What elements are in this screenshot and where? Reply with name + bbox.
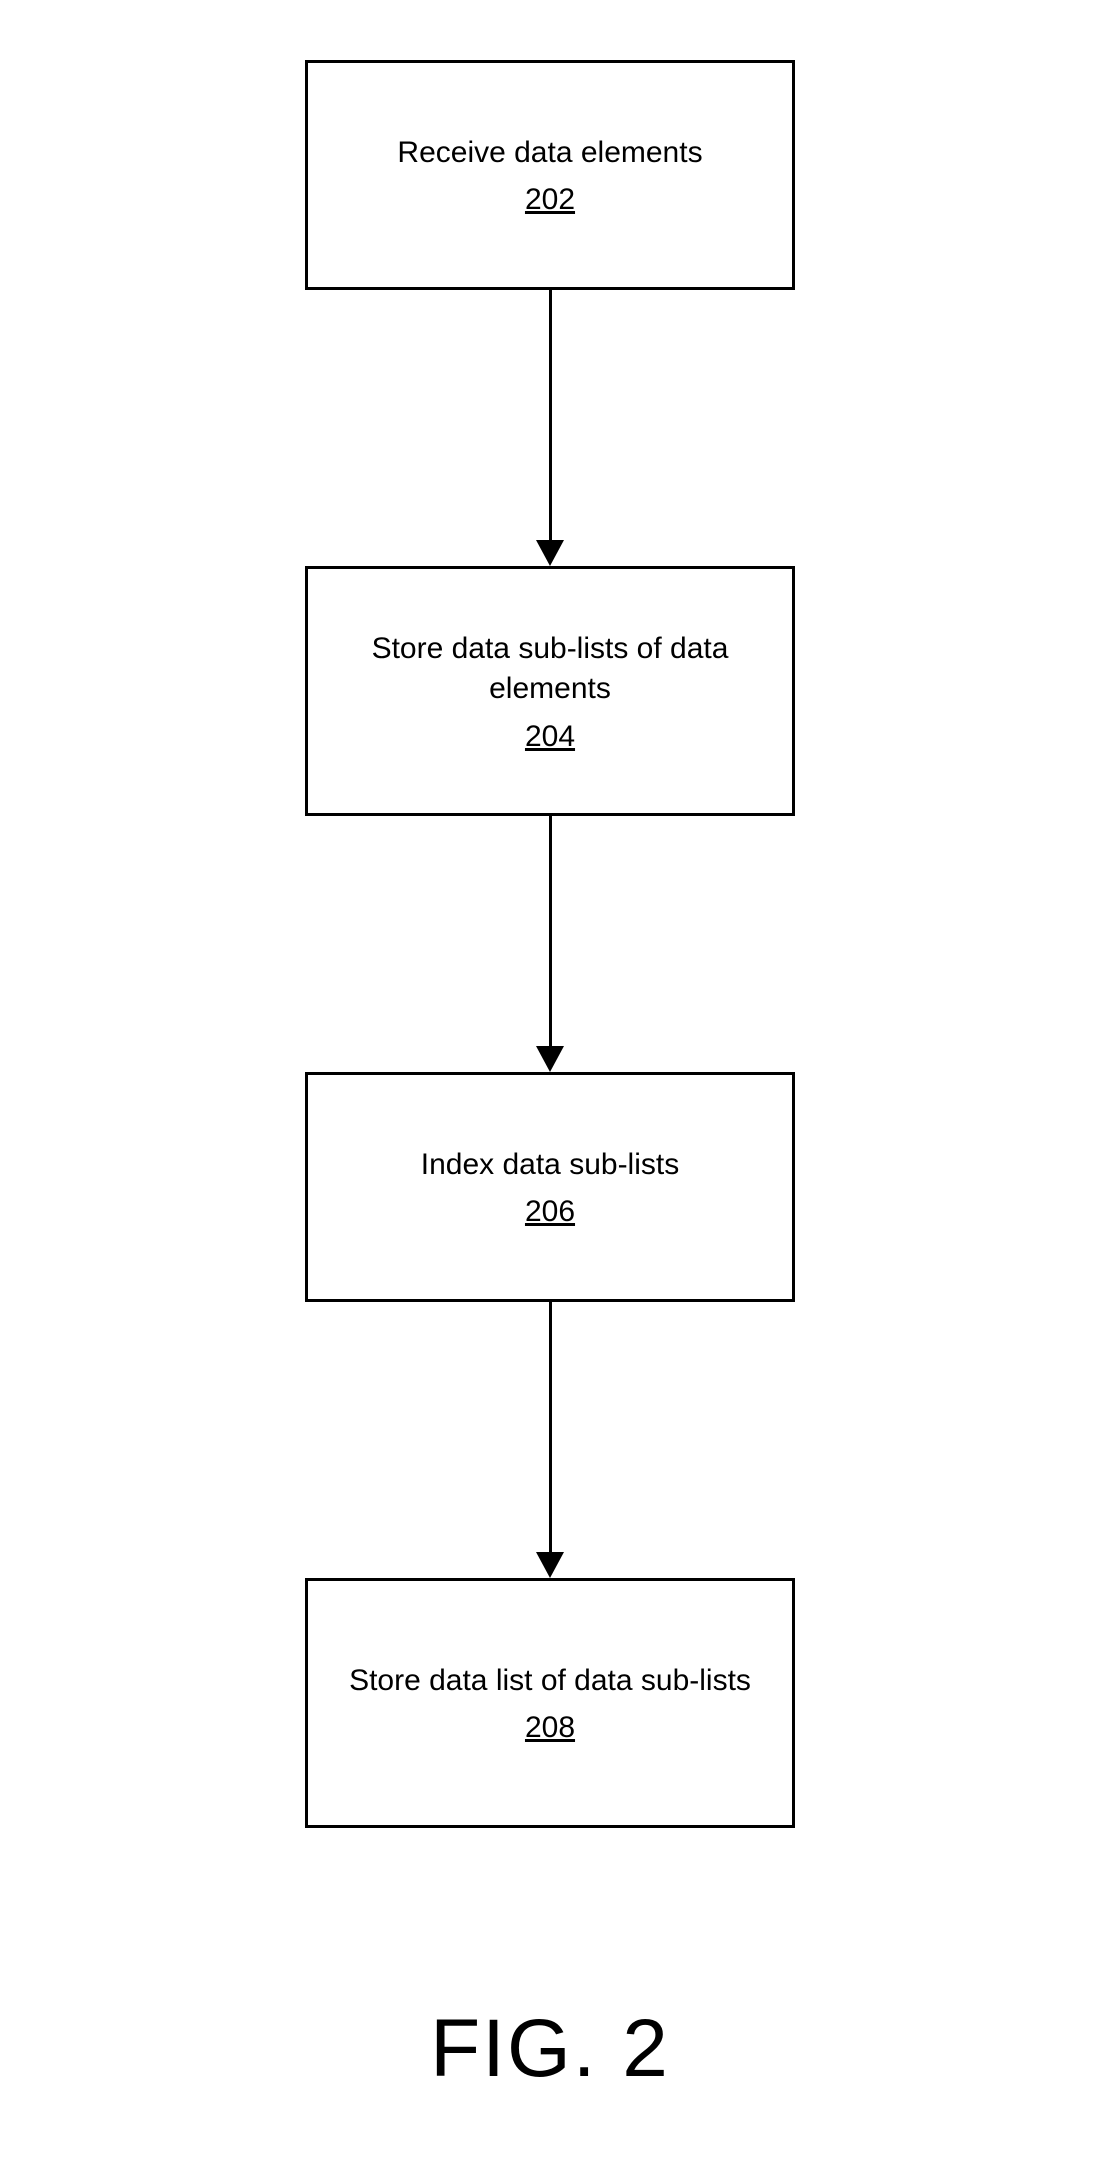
arrow-icon <box>536 816 564 1072</box>
step-ref: 206 <box>525 1195 575 1229</box>
step-text: Store data list of data sub-lists <box>349 1661 751 1702</box>
step-ref: 202 <box>525 183 575 217</box>
flowchart-step-2: Store data sub-lists of data elements 20… <box>305 566 795 816</box>
flowchart-step-4: Store data list of data sub-lists 208 <box>305 1578 795 1828</box>
step-text: Receive data elements <box>397 133 702 174</box>
flowchart-step-3: Index data sub-lists 206 <box>305 1072 795 1302</box>
step-ref: 204 <box>525 720 575 754</box>
step-text: Store data sub-lists of data elements <box>338 629 762 710</box>
arrow-icon <box>536 1302 564 1578</box>
step-ref: 208 <box>525 1711 575 1745</box>
figure-label: FIG. 2 <box>430 2002 670 2096</box>
step-text: Index data sub-lists <box>421 1145 679 1186</box>
arrow-icon <box>536 290 564 566</box>
flowchart-step-1: Receive data elements 202 <box>305 60 795 290</box>
flowchart-container: Receive data elements 202 Store data sub… <box>290 60 810 1828</box>
